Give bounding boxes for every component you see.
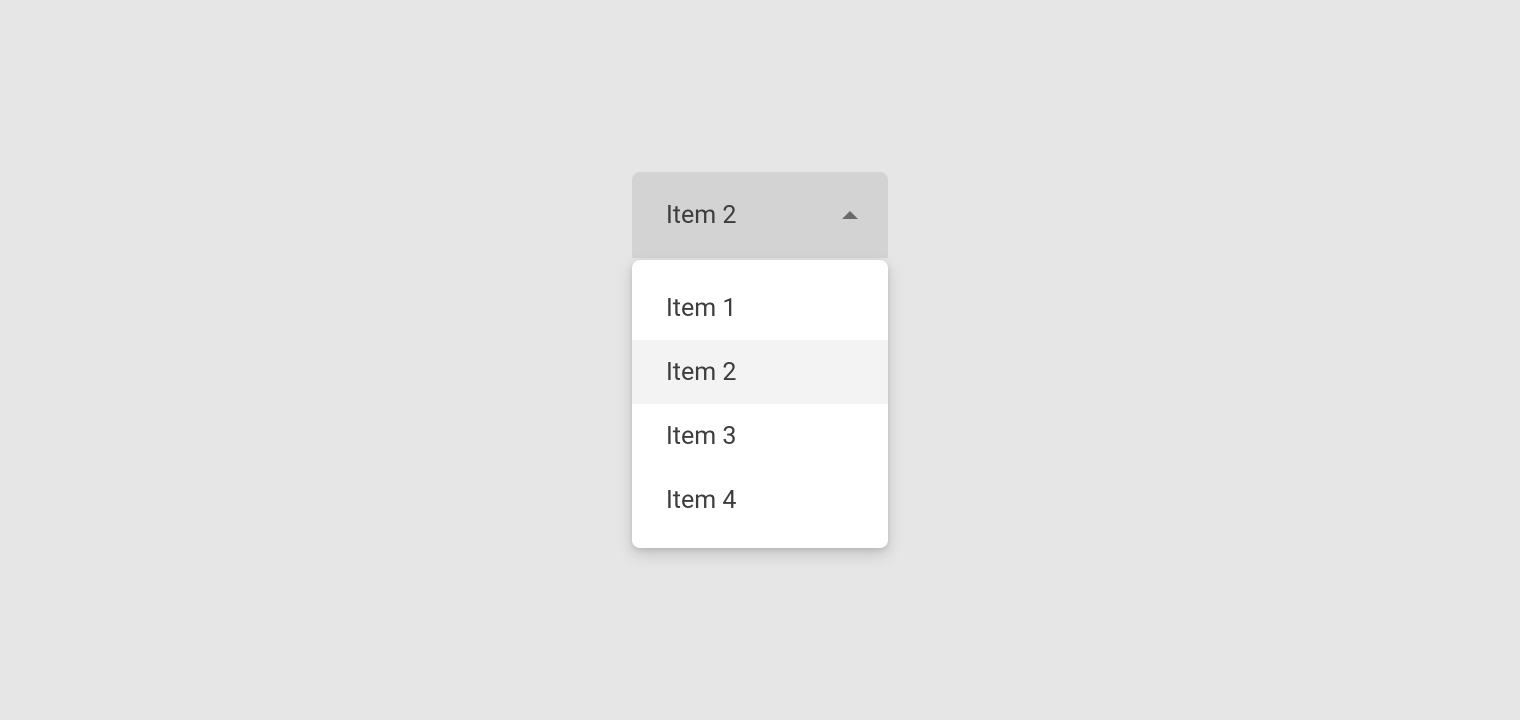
dropdown-option-label: Item 4 [666, 486, 736, 515]
dropdown-option-item-2[interactable]: Item 2 [632, 340, 888, 404]
dropdown-trigger[interactable]: Item 2 [632, 172, 888, 258]
dropdown-option-label: Item 2 [666, 358, 736, 387]
dropdown-option-label: Item 3 [666, 422, 736, 451]
chevron-up-icon [842, 211, 858, 219]
dropdown-menu: Item 1 Item 2 Item 3 Item 4 [632, 260, 888, 548]
dropdown-option-label: Item 1 [666, 294, 736, 323]
dropdown-option-item-3[interactable]: Item 3 [632, 404, 888, 468]
dropdown-option-item-1[interactable]: Item 1 [632, 276, 888, 340]
dropdown: Item 2 Item 1 Item 2 Item 3 Item 4 [632, 172, 888, 258]
dropdown-option-item-4[interactable]: Item 4 [632, 468, 888, 532]
dropdown-selected-label: Item 2 [666, 201, 736, 230]
